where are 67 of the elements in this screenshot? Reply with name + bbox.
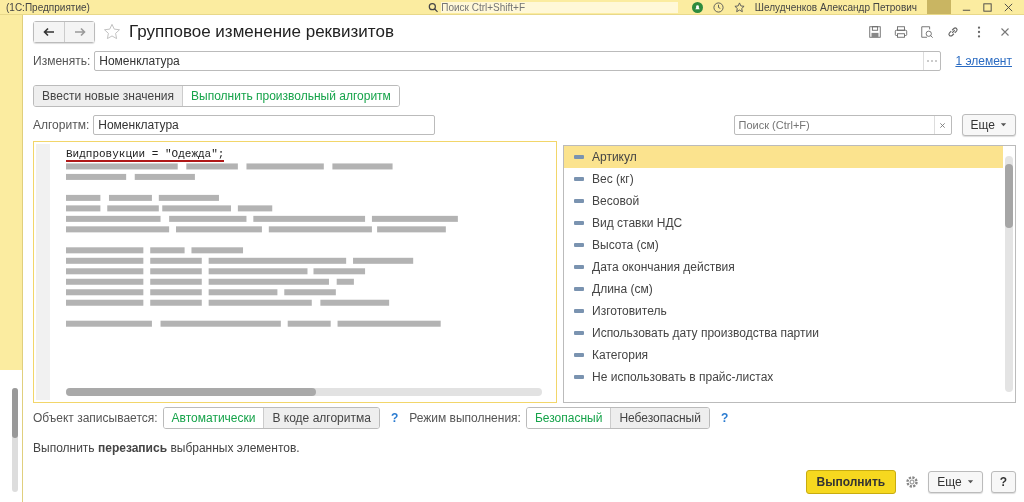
more-button[interactable]: Еще	[928, 471, 983, 493]
option-label: Объект записывается:	[33, 411, 158, 425]
attribute-item[interactable]: Длина (см)	[564, 278, 1003, 300]
global-search-field[interactable]: Поиск Ctrl+Shift+F	[441, 1, 678, 13]
horizontal-scrollbar[interactable]	[66, 388, 542, 396]
option-toggle[interactable]: В коде алгоритма	[263, 408, 379, 428]
help-link[interactable]: ?	[720, 411, 729, 425]
attribute-icon	[574, 155, 584, 159]
attribute-icon	[574, 265, 584, 269]
scrollbar[interactable]	[1005, 156, 1013, 392]
run-button[interactable]: Выполнить	[805, 470, 897, 494]
attribute-item[interactable]: Весовой	[564, 190, 1003, 212]
maximize-icon[interactable]	[982, 1, 993, 13]
attribute-icon	[574, 309, 584, 313]
star-icon[interactable]	[733, 1, 745, 13]
scrollbar[interactable]	[12, 388, 18, 492]
right-arrow-icon	[73, 27, 86, 37]
attribute-icon	[574, 199, 584, 203]
attribute-item[interactable]: Дата окончания действия	[564, 256, 1003, 278]
search-field[interactable]: Поиск (Ctrl+F)	[733, 115, 952, 135]
help-button[interactable]: ?	[990, 471, 1016, 493]
form-title: Групповое изменение реквизитов	[129, 22, 394, 42]
attribute-icon	[574, 353, 584, 357]
option-label: Режим выполнения:	[409, 411, 521, 425]
help-link[interactable]: ?	[390, 411, 399, 425]
back-button[interactable]	[34, 22, 64, 42]
info-text: Выполнить перезапись выбранных элементов.	[33, 441, 301, 455]
user-name[interactable]: Шелудченков Александр Петрович	[754, 1, 917, 13]
algorithm-label: Алгоритм:	[33, 118, 90, 132]
ellipsis-icon	[927, 59, 938, 63]
mode-tab[interactable]: Ввести новые значения	[34, 86, 183, 106]
history-icon[interactable]	[712, 1, 724, 13]
more-button[interactable]: Еще	[961, 114, 1016, 136]
bell-icon[interactable]	[691, 1, 703, 13]
attribute-icon	[574, 243, 584, 247]
left-arrow-icon	[43, 27, 55, 37]
caret-icon	[1000, 123, 1007, 127]
attribute-item[interactable]: Категория	[564, 344, 1003, 366]
change-label: Изменять:	[33, 54, 91, 68]
change-field[interactable]: Номенклатура	[94, 51, 942, 71]
attribute-item[interactable]: Вид ставки НДС	[564, 212, 1003, 234]
settings-icon[interactable]	[904, 474, 921, 490]
attribute-item[interactable]: Не использовать в прайс-листах	[564, 366, 1003, 388]
attribute-item[interactable]: Изготовитель	[564, 300, 1003, 322]
option-toggle[interactable]: Небезопасный	[610, 408, 709, 428]
attribute-icon	[574, 221, 584, 225]
attribute-item[interactable]: Использовать дату производства партии	[564, 322, 1003, 344]
close-icon	[939, 121, 947, 129]
attribute-item[interactable]: Высота (см)	[564, 234, 1003, 256]
algorithm-field[interactable]: Номенклатура	[93, 115, 436, 135]
attribute-item[interactable]: Вес (кг)	[564, 168, 1003, 190]
caret-icon	[966, 480, 974, 484]
preview-icon[interactable]	[920, 25, 934, 39]
attribute-icon	[574, 375, 584, 379]
favorite-star-icon[interactable]	[103, 23, 121, 41]
link-icon[interactable]	[946, 25, 960, 39]
search-icon	[427, 1, 439, 13]
attribute-icon	[574, 177, 584, 181]
app-title: (1С:Предприятие)	[6, 1, 90, 13]
code-editor[interactable]: Видпровукции = "Одежда";	[33, 141, 557, 403]
selection-link[interactable]: 1 элемент	[955, 54, 1012, 68]
print-icon[interactable]	[894, 25, 908, 39]
close-icon[interactable]	[1003, 1, 1014, 13]
attribute-icon	[574, 287, 584, 291]
attribute-icon	[574, 331, 584, 335]
attribute-item[interactable]: Артикул	[564, 146, 1003, 168]
save-icon[interactable]	[868, 25, 882, 39]
